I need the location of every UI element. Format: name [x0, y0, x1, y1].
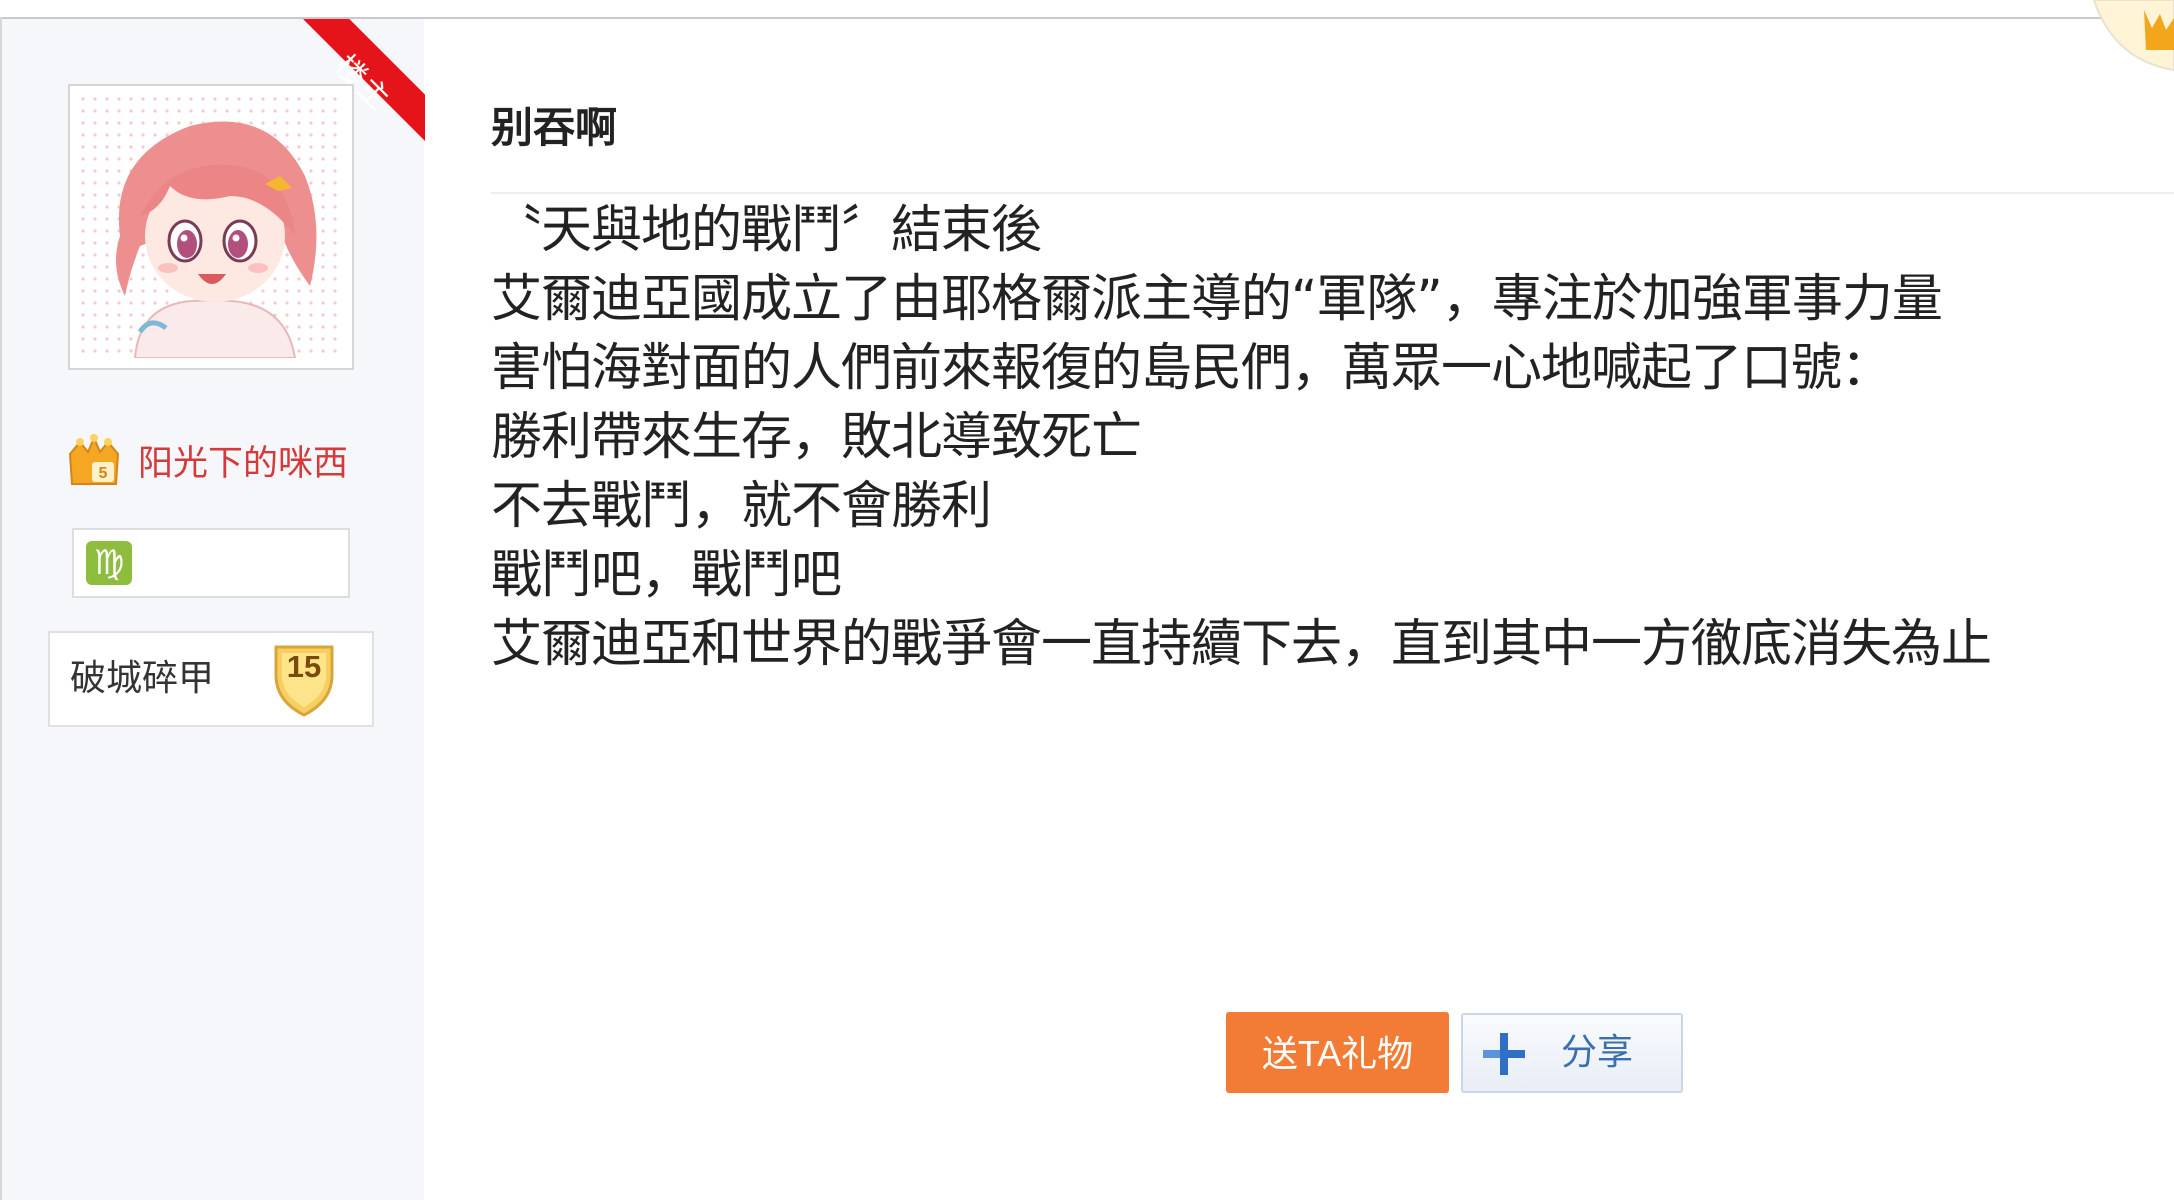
svg-text:5: 5: [99, 465, 108, 482]
rank-badge[interactable]: 破城碎甲 15: [48, 631, 374, 727]
send-gift-button[interactable]: 送TA礼物: [1226, 1012, 1449, 1093]
post-line: 不去戰鬥，就不會勝利: [491, 477, 992, 536]
post-floor: 楼主 5 阳光下的咪西 ♍ 破城碎甲 15 别吞啊 〝天與地的戰鬥〞結束後 艾爾…: [0, 0, 2174, 1200]
rank-title: 破城碎甲: [70, 658, 215, 699]
anime-girl-avatar-icon: [80, 96, 342, 358]
level-badge: 15: [268, 641, 340, 719]
crown-vip-icon: 5: [68, 434, 120, 485]
post-line: 害怕海對面的人們前來報復的島民們，萬眾一心地喊起了口號：: [491, 339, 1892, 398]
post-line: 勝利帶來生存，敗北導致死亡: [491, 408, 1142, 467]
post-line: 艾爾迪亞國成立了由耶格爾派主導的“軍隊”，專注於加強軍事力量: [491, 270, 1943, 329]
author-username-link[interactable]: 阳光下的咪西: [138, 436, 348, 492]
share-label: 分享: [1561, 1032, 1634, 1073]
avatar[interactable]: [68, 84, 354, 370]
title-divider: [491, 192, 2174, 194]
plus-share-icon: [1483, 1033, 1525, 1075]
post-line: 艾爾迪亞和世界的戰爭會一直持續下去，直到其中一方徹底消失為止: [491, 615, 1992, 674]
level-number: 15: [286, 649, 322, 684]
post-title: 别吞啊: [491, 103, 618, 152]
zodiac-box: ♍: [72, 528, 350, 598]
share-button[interactable]: 分享: [1461, 1013, 1683, 1093]
post-line: 戰鬥吧，戰鬥吧: [491, 546, 842, 605]
post-line: 〝天與地的戰鬥〞結束後: [491, 201, 1042, 260]
virgo-icon[interactable]: ♍: [86, 541, 132, 585]
post-content: 〝天與地的戰鬥〞結束後 艾爾迪亞國成立了由耶格爾派主導的“軍隊”，專注於加強軍事…: [491, 196, 2151, 679]
crown-decoration-icon: [2092, 0, 2174, 72]
